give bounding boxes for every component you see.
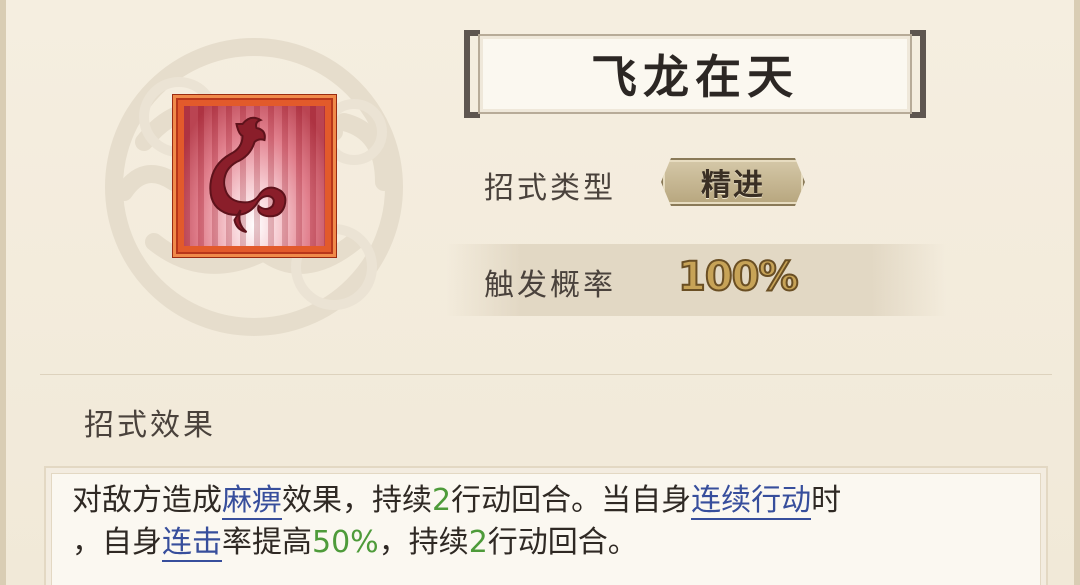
effect-text: 行动回合。 xyxy=(487,525,638,560)
effect-text: ，自身 xyxy=(72,525,162,560)
skill-detail-panel: 飞龙在天 招式类型 精进 触发概率 100% 招式效果 对敌方造成麻痹效果，持续… xyxy=(0,0,1080,585)
skill-title: 飞龙在天 xyxy=(464,30,926,118)
trigger-probability-label: 触发概率 xyxy=(484,268,616,303)
red-dragon-skill-icon xyxy=(184,106,325,246)
effect-line-1: 对敌方造成麻痹效果，持续2行动回合。当自身连续行动时 xyxy=(72,480,1032,522)
trigger-probability-value: 100% xyxy=(677,253,800,301)
effect-text: 行动回合。当自身 xyxy=(451,483,692,518)
section-divider xyxy=(40,374,1052,375)
effect-number: 2 xyxy=(468,525,488,560)
effect-number: 2 xyxy=(432,483,452,518)
effect-text: 率提高 xyxy=(222,525,312,560)
skill-type-badge: 精进 xyxy=(661,158,805,206)
keyword-link-combo[interactable]: 连击 xyxy=(162,525,222,562)
effect-heading: 招式效果 xyxy=(84,408,216,443)
effect-text: 时 xyxy=(811,483,842,518)
title-bracket-right xyxy=(910,30,926,118)
skill-type-label: 招式类型 xyxy=(484,171,616,206)
skill-icon-frame[interactable] xyxy=(173,95,336,257)
skill-type-value: 精进 xyxy=(701,168,765,203)
effect-number: 50% xyxy=(312,525,379,560)
title-plate: 飞龙在天 xyxy=(478,34,912,114)
effect-text: 对敌方造成 xyxy=(72,483,222,518)
effect-text: 效果，持续 xyxy=(282,483,432,518)
effect-description: 对敌方造成麻痹效果，持续2行动回合。当自身连续行动时 ，自身连击率提高50%，持… xyxy=(72,480,1032,564)
keyword-link-paralysis[interactable]: 麻痹 xyxy=(222,483,282,520)
effect-line-2: ，自身连击率提高50%，持续2行动回合。 xyxy=(72,522,1032,564)
effect-text: ，持续 xyxy=(378,525,469,560)
keyword-link-consecutive-action[interactable]: 连续行动 xyxy=(691,483,812,520)
skill-name: 飞龙在天 xyxy=(591,50,799,104)
